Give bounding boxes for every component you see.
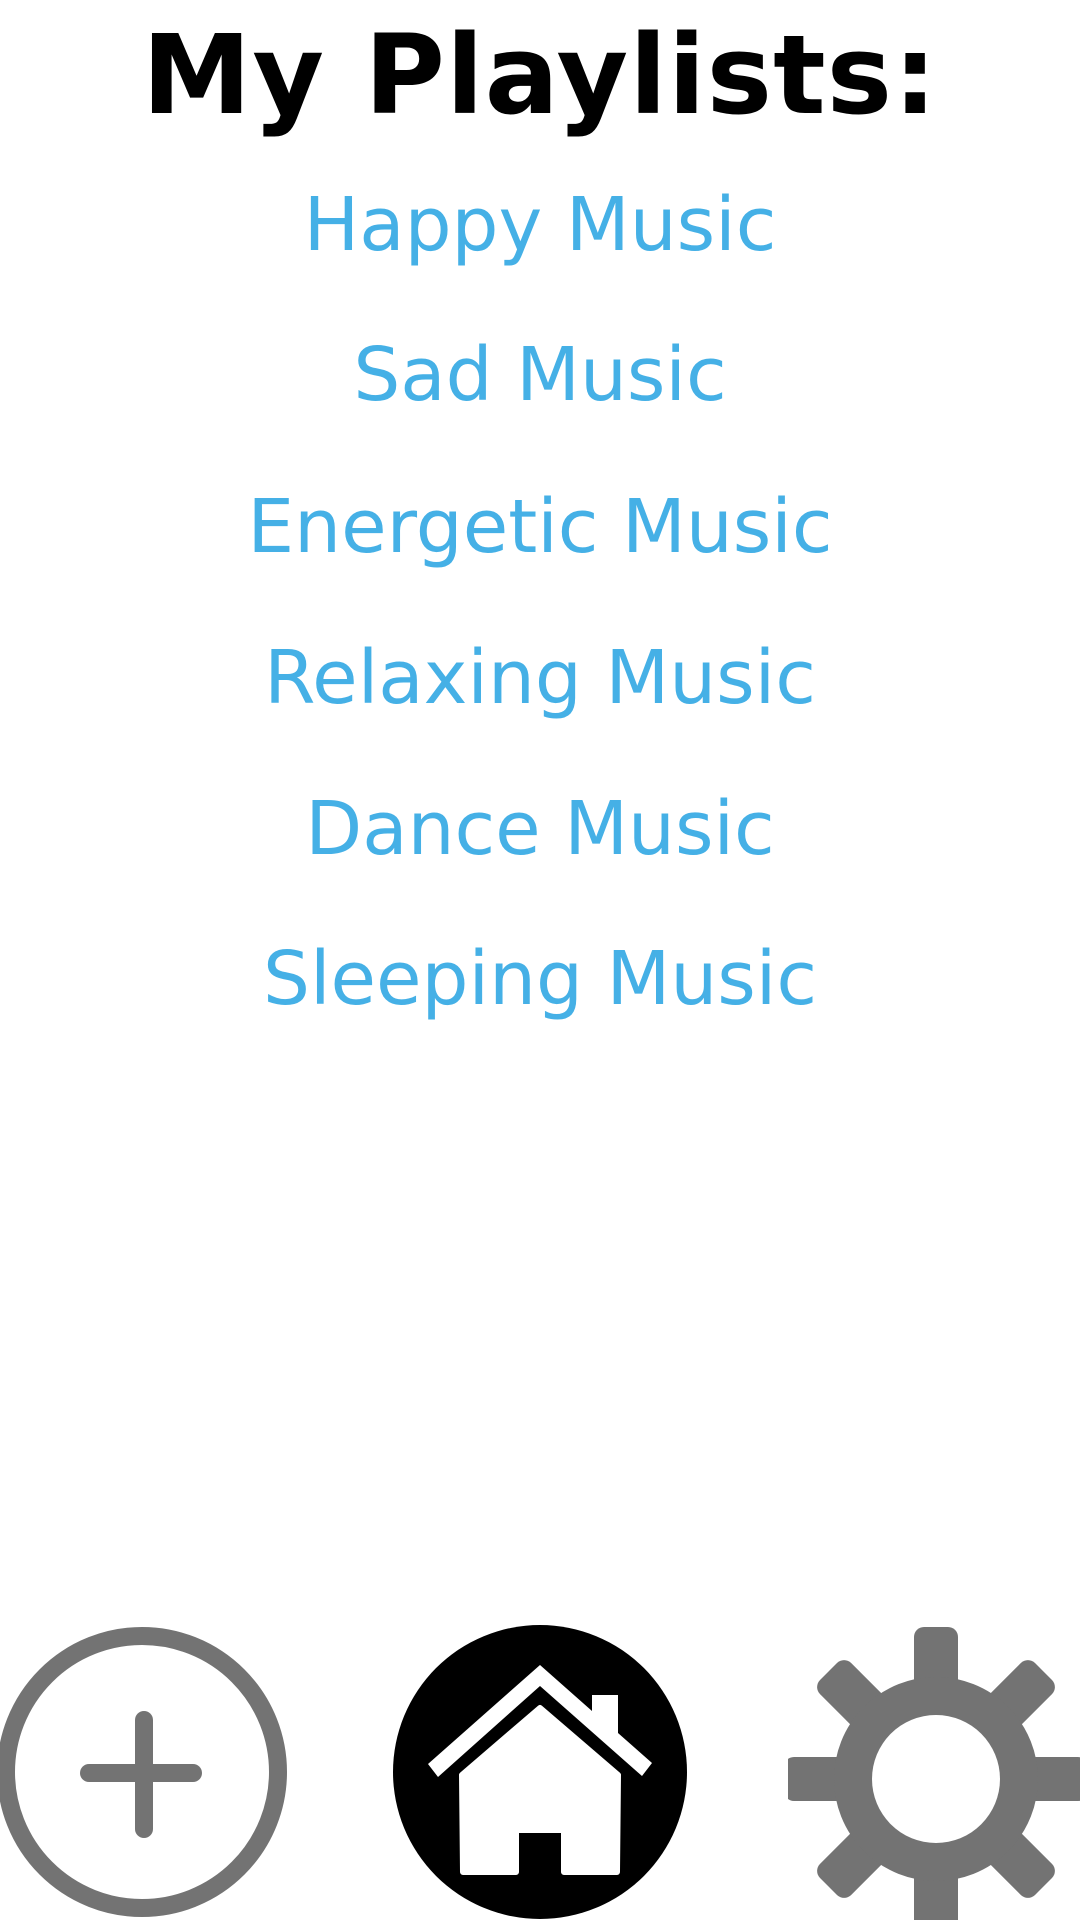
home-button[interactable] xyxy=(392,1624,688,1920)
playlist-item-sad-music[interactable]: Sad Music xyxy=(0,315,1080,435)
page-title: My Playlists: xyxy=(141,11,939,139)
settings-button[interactable] xyxy=(788,1624,1080,1920)
playlist-item-happy-music[interactable]: Happy Music xyxy=(0,165,1080,285)
playlist-item-dance-music[interactable]: Dance Music xyxy=(0,769,1080,889)
home-icon xyxy=(393,1625,687,1919)
plus-circle-icon xyxy=(0,1627,287,1917)
gear-icon xyxy=(788,1627,1080,1920)
playlist-item-relaxing-music[interactable]: Relaxing Music xyxy=(0,618,1080,738)
add-playlist-button[interactable] xyxy=(0,1624,290,1920)
playlist-item-sleeping-music[interactable]: Sleeping Music xyxy=(0,919,1080,1039)
playlist-item-energetic-music[interactable]: Energetic Music xyxy=(0,467,1080,587)
